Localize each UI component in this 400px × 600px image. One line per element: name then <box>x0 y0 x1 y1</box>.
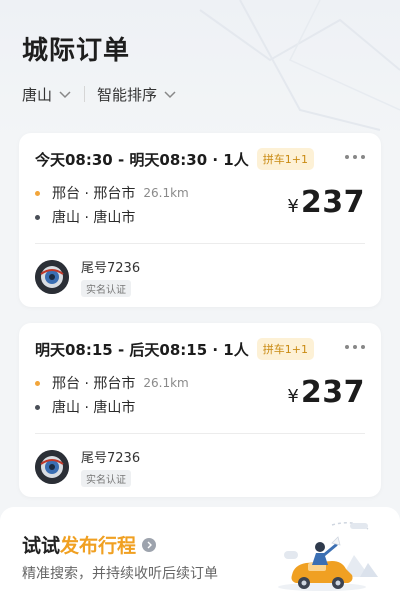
more-dots-icon[interactable] <box>345 343 365 351</box>
order-header: 今天08:30 - 明天08:30 · 1人 拼车1+1 <box>35 147 365 171</box>
avatar-image <box>35 450 69 484</box>
verified-badge: 实名认证 <box>81 470 131 487</box>
origin-dot-icon <box>35 380 40 386</box>
carpool-badge: 拼车1+1 <box>256 338 314 360</box>
currency-symbol: ¥ <box>287 386 299 407</box>
order-card[interactable]: 今天08:30 - 明天08:30 · 1人 拼车1+1 邢台 · 邢台市 26… <box>19 133 381 307</box>
promo-subtitle: 精准搜索，并持续收听后续订单 <box>22 566 218 582</box>
currency-symbol: ¥ <box>287 196 299 217</box>
origin: 邢台 · 邢台市 26.1km <box>35 371 189 395</box>
sort-filter-label: 智能排序 <box>97 85 158 104</box>
publish-trip-banner[interactable]: 试试 发布行程 精准搜索，并持续收听后续订单 <box>0 507 400 600</box>
destination-label: 唐山 · 唐山市 <box>52 400 136 416</box>
price-amount: 237 <box>300 185 365 220</box>
origin: 邢台 · 邢台市 26.1km <box>35 181 189 205</box>
route: 邢台 · 邢台市 26.1km 唐山 · 唐山市 <box>35 181 189 229</box>
price-amount: 237 <box>300 375 365 410</box>
map-pattern-decoration <box>199 0 400 131</box>
verified-badge: 实名认证 <box>81 280 131 297</box>
page-title: 城际订单 <box>22 36 131 66</box>
driver-info: 尾号7236 实名认证 <box>35 257 140 297</box>
chevron-down-icon <box>164 91 176 99</box>
origin-label: 邢台 · 邢台市 <box>52 376 136 392</box>
city-filter-label: 唐山 <box>22 85 53 104</box>
price: ¥ 237 <box>287 375 365 410</box>
promo-title-highlight: 发布行程 <box>60 535 137 557</box>
price: ¥ 237 <box>287 185 365 220</box>
car-illustration-icon <box>278 522 378 591</box>
order-time: 今天08:30 - 明天08:30 · 1人 <box>35 150 249 169</box>
chevron-down-icon <box>59 91 71 99</box>
destination-dot-icon <box>35 214 40 220</box>
destination: 唐山 · 唐山市 <box>35 205 189 229</box>
order-card[interactable]: 明天08:15 - 后天08:15 · 1人 拼车1+1 邢台 · 邢台市 26… <box>19 323 381 497</box>
driver-info: 尾号7236 实名认证 <box>35 447 140 487</box>
destination-label: 唐山 · 唐山市 <box>52 210 136 226</box>
avatar <box>35 450 69 484</box>
order-time: 明天08:15 - 后天08:15 · 1人 <box>35 340 249 359</box>
plate-number: 尾号7236 <box>81 451 141 466</box>
chevron-right-circle-icon[interactable] <box>142 537 157 552</box>
origin-dot-icon <box>35 190 40 196</box>
sort-filter[interactable]: 智能排序 <box>97 84 177 105</box>
avatar <box>35 260 69 294</box>
header-background <box>0 0 400 140</box>
promo-title: 试试 发布行程 <box>22 531 157 558</box>
driver-text: 尾号7236 实名认证 <box>81 447 140 487</box>
distance: 26.1km <box>143 186 189 200</box>
promo-title-prefix: 试试 <box>22 535 61 557</box>
filter-bar: 唐山 智能排序 <box>22 82 177 106</box>
destination-dot-icon <box>35 404 40 410</box>
card-divider <box>35 433 365 434</box>
filter-divider <box>84 86 86 102</box>
origin-label: 邢台 · 邢台市 <box>52 186 136 202</box>
avatar-image <box>35 260 69 294</box>
card-divider <box>35 243 365 244</box>
order-header: 明天08:15 - 后天08:15 · 1人 拼车1+1 <box>35 337 365 361</box>
city-filter[interactable]: 唐山 <box>22 84 72 105</box>
plate-number: 尾号7236 <box>81 261 141 276</box>
carpool-badge: 拼车1+1 <box>256 148 314 170</box>
destination: 唐山 · 唐山市 <box>35 395 189 419</box>
more-dots-icon[interactable] <box>345 153 365 161</box>
driver-text: 尾号7236 实名认证 <box>81 257 140 297</box>
route: 邢台 · 邢台市 26.1km 唐山 · 唐山市 <box>35 371 189 419</box>
distance: 26.1km <box>143 376 189 390</box>
